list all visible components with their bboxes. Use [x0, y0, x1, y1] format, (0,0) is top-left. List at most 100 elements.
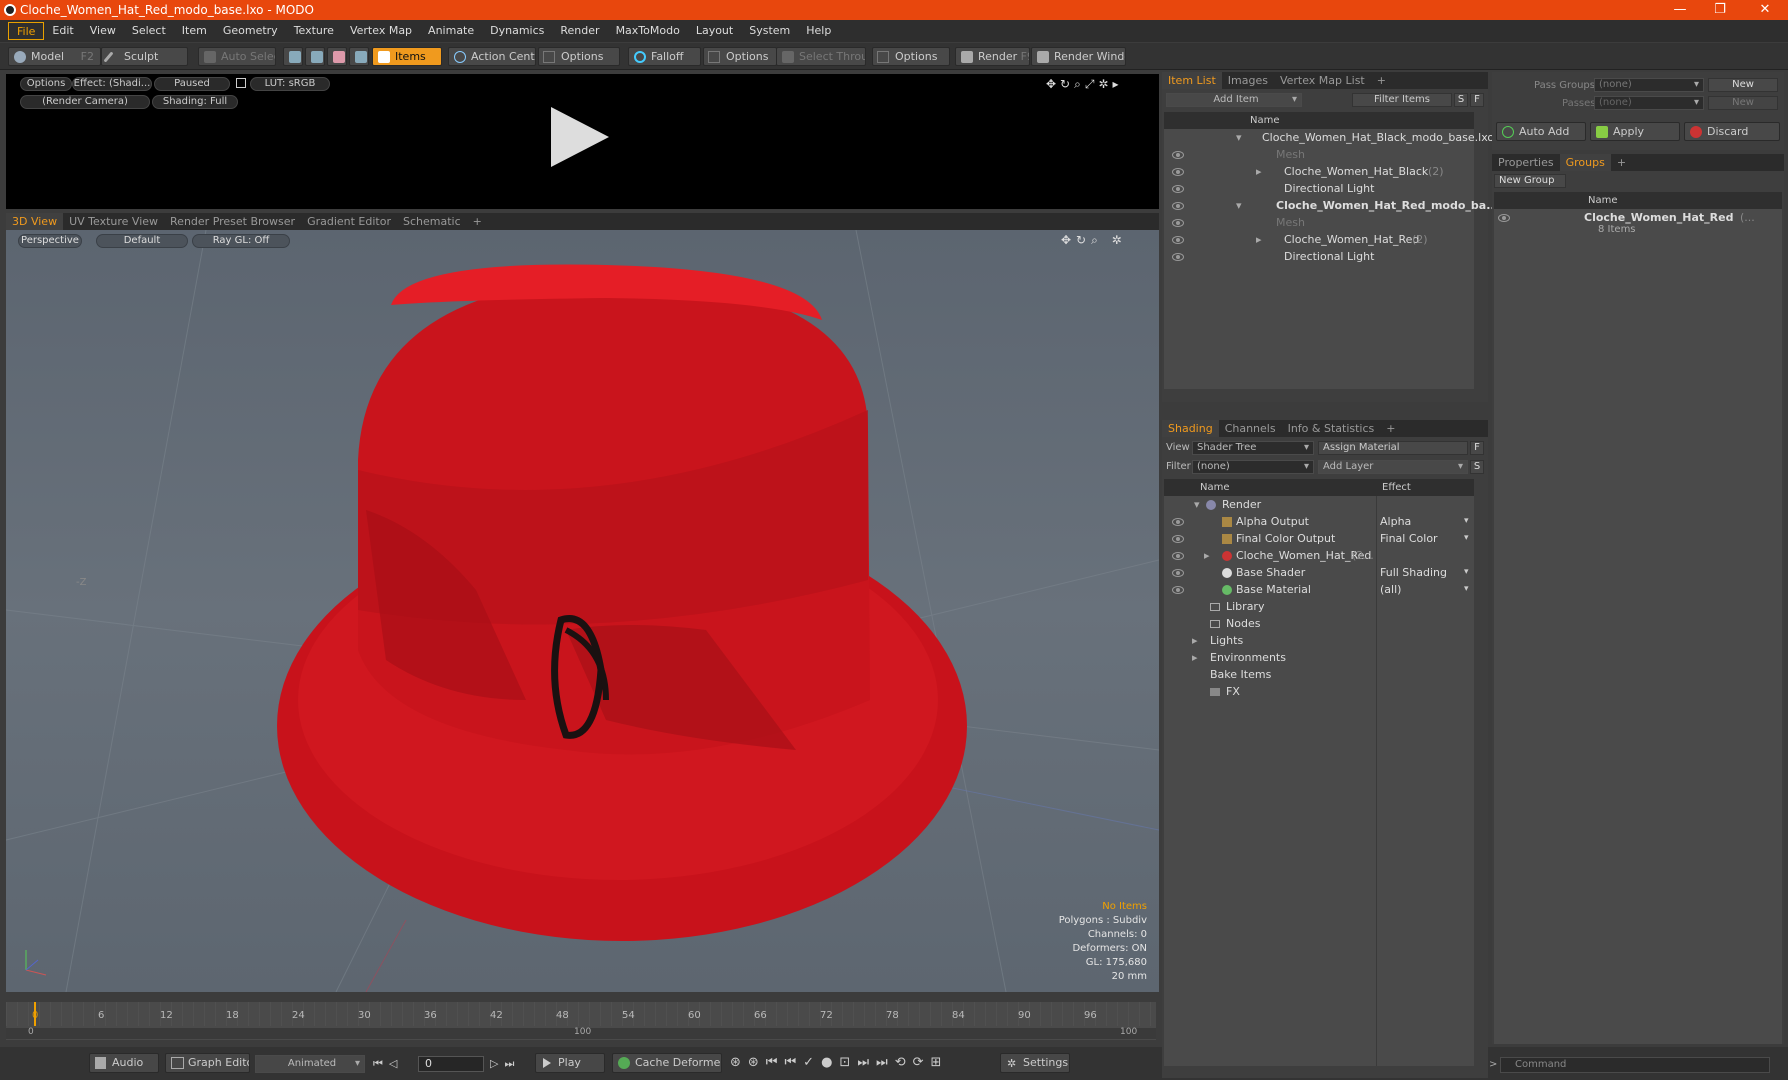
tab-schematic[interactable]: Schematic [397, 213, 467, 230]
add-panel-tab-button[interactable]: + [1380, 420, 1401, 437]
lut-dropdown[interactable]: LUT: sRGB [250, 77, 330, 91]
visibility-icon[interactable] [1172, 535, 1184, 543]
shader-row[interactable]: Alpha Output Alpha ▾ [1164, 513, 1474, 530]
shader-row[interactable]: FX [1164, 683, 1474, 700]
groups-body[interactable]: Cloche_Women_Hat_Red (... 8 Items [1494, 209, 1782, 1044]
transport-back-icons[interactable]: ⏮◁ [373, 1057, 403, 1071]
visibility-icon[interactable] [1172, 569, 1184, 577]
tab-3d-view[interactable]: 3D View [6, 213, 64, 230]
visibility-icon[interactable] [1172, 552, 1184, 560]
menu-render[interactable]: Render [552, 22, 607, 40]
assign-material-button[interactable]: Assign Material [1318, 441, 1468, 455]
add-panel-tab-button[interactable]: + [1611, 154, 1632, 171]
play-icon[interactable] [551, 107, 609, 167]
item-list-body[interactable]: ▾ Cloche_Women_Hat_Black_modo_base.lxo Me… [1164, 129, 1499, 389]
list-item[interactable]: ▾ Cloche_Women_Hat_Black_modo_base.lxo [1164, 129, 1494, 146]
lock-icon[interactable] [236, 78, 246, 88]
shading-f-button[interactable]: F [1470, 441, 1484, 455]
falloff-button[interactable]: Falloff [628, 47, 701, 66]
tab-info-statistics[interactable]: Info & Statistics [1282, 420, 1381, 437]
action-center-button[interactable]: Action Center [448, 47, 536, 66]
frame-field[interactable]: 0 [418, 1056, 484, 1072]
shading-dropdown[interactable]: Shading: Full [152, 95, 238, 109]
group-row[interactable]: Cloche_Women_Hat_Red (... 8 Items [1494, 209, 1782, 243]
list-item[interactable]: ▾ Cloche_Women_Hat_Red_modo_ba... [1164, 197, 1499, 214]
tab-images[interactable]: Images [1222, 72, 1274, 89]
add-tab-button[interactable]: + [467, 213, 488, 230]
auto-add-button[interactable]: Auto Add [1496, 122, 1586, 141]
falloff-options-button[interactable]: Options [703, 47, 777, 66]
list-item[interactable]: ▸ Cloche_Women_Hat_Red (2) [1164, 231, 1474, 248]
transport-forward-icons[interactable]: ▷⏭ [490, 1057, 520, 1071]
tab-groups[interactable]: Groups [1559, 154, 1611, 171]
tab-item-list[interactable]: Item List [1162, 72, 1222, 89]
select-edges-button[interactable] [305, 47, 325, 66]
filter-toggle-button[interactable]: F [1470, 93, 1484, 107]
shader-row[interactable]: Nodes [1164, 615, 1474, 632]
menu-maxtomodo[interactable]: MaxToModo [608, 22, 688, 40]
add-panel-tab-button[interactable]: + [1371, 72, 1392, 89]
menu-item[interactable]: Item [174, 22, 215, 40]
preview-effect-dropdown[interactable]: Effect: (Shadi... [72, 77, 152, 91]
play-button[interactable]: Play [535, 1053, 605, 1073]
effect-dropdown-icon[interactable]: ▾ [1464, 564, 1469, 581]
visibility-icon[interactable] [1172, 185, 1184, 193]
shader-row[interactable]: Base Shader Full Shading ▾ [1164, 564, 1474, 581]
model-button[interactable]: Model F2 [8, 47, 101, 66]
action-center-options-button[interactable]: Options [538, 47, 620, 66]
menu-texture[interactable]: Texture [286, 22, 342, 40]
shader-tree-dropdown[interactable]: Shader Tree [1192, 441, 1314, 455]
perspective-dropdown[interactable]: Perspective [18, 234, 82, 248]
graph-editor-button[interactable]: Graph Editor [165, 1053, 250, 1073]
list-item[interactable]: Directional Light [1164, 248, 1474, 265]
search-toggle-button[interactable]: S [1454, 93, 1468, 107]
visibility-icon[interactable] [1172, 168, 1184, 176]
visibility-icon[interactable] [1172, 236, 1184, 244]
maximize-icon[interactable]: ❐ [1700, 0, 1740, 20]
render-button[interactable]: Render F9 [955, 47, 1030, 66]
menu-edit[interactable]: Edit [44, 22, 81, 40]
shader-row[interactable]: ▸ Cloche_Women_Hat_Red (2... [1164, 547, 1474, 564]
shading-s-button[interactable]: S [1470, 460, 1484, 474]
visibility-icon[interactable] [1172, 586, 1184, 594]
visibility-icon[interactable] [1498, 214, 1510, 222]
effect-dropdown-icon[interactable]: ▾ [1464, 530, 1469, 547]
select-through-options-button[interactable]: Options [872, 47, 950, 66]
select-polygons-button[interactable] [327, 47, 347, 66]
timeline[interactable]: 0 6 12 18 24 30 36 42 48 54 60 66 72 78 … [6, 1002, 1156, 1040]
list-item[interactable]: ▸ Cloche_Women_Hat_Black (2) [1164, 163, 1474, 180]
settings-button[interactable]: ✲ Settings [1000, 1053, 1070, 1073]
animated-dropdown[interactable]: Animated [255, 1055, 365, 1073]
visibility-icon[interactable] [1172, 253, 1184, 261]
menu-dynamics[interactable]: Dynamics [482, 22, 552, 40]
default-dropdown[interactable]: Default [96, 234, 188, 248]
shader-row[interactable]: ▾ Render [1164, 496, 1474, 513]
viewport-nav-icons[interactable]: ✥↻⌕ ✲ [1061, 233, 1127, 248]
visibility-icon[interactable] [1172, 151, 1184, 159]
range-bar[interactable]: 0 100 100 [6, 1027, 1156, 1039]
shader-row[interactable]: Final Color Output Final Color ▾ [1164, 530, 1474, 547]
apply-button[interactable]: Apply [1590, 122, 1680, 141]
list-item[interactable]: Directional Light [1164, 180, 1474, 197]
playhead[interactable] [34, 1002, 36, 1026]
menu-animate[interactable]: Animate [420, 22, 482, 40]
preview-nav-icons[interactable]: ✥↻⌕⤢✲▸ [1046, 77, 1123, 92]
preview-paused-button[interactable]: Paused [154, 77, 230, 91]
menu-help[interactable]: Help [798, 22, 839, 40]
effect-dropdown-icon[interactable]: ▾ [1464, 581, 1469, 598]
add-item-dropdown[interactable]: Add Item [1166, 93, 1302, 107]
visibility-icon[interactable] [1172, 219, 1184, 227]
add-layer-dropdown[interactable]: Add Layer [1318, 460, 1468, 474]
shader-row[interactable]: Bake Items [1164, 666, 1474, 683]
filter-items-input[interactable]: Filter Items [1352, 93, 1452, 107]
menu-file[interactable]: File [8, 22, 45, 40]
tab-vertex-map-list[interactable]: Vertex Map List [1274, 72, 1371, 89]
new-pass-group-button[interactable]: New [1708, 78, 1778, 92]
menu-system[interactable]: System [741, 22, 798, 40]
visibility-icon[interactable] [1172, 518, 1184, 526]
effect-dropdown-icon[interactable]: ▾ [1464, 513, 1469, 530]
pass-groups-dropdown[interactable]: (none) [1594, 78, 1704, 92]
tab-render-preset-browser[interactable]: Render Preset Browser [164, 213, 301, 230]
minimize-icon[interactable]: — [1660, 0, 1700, 20]
filter-dropdown[interactable]: (none) [1192, 460, 1314, 474]
